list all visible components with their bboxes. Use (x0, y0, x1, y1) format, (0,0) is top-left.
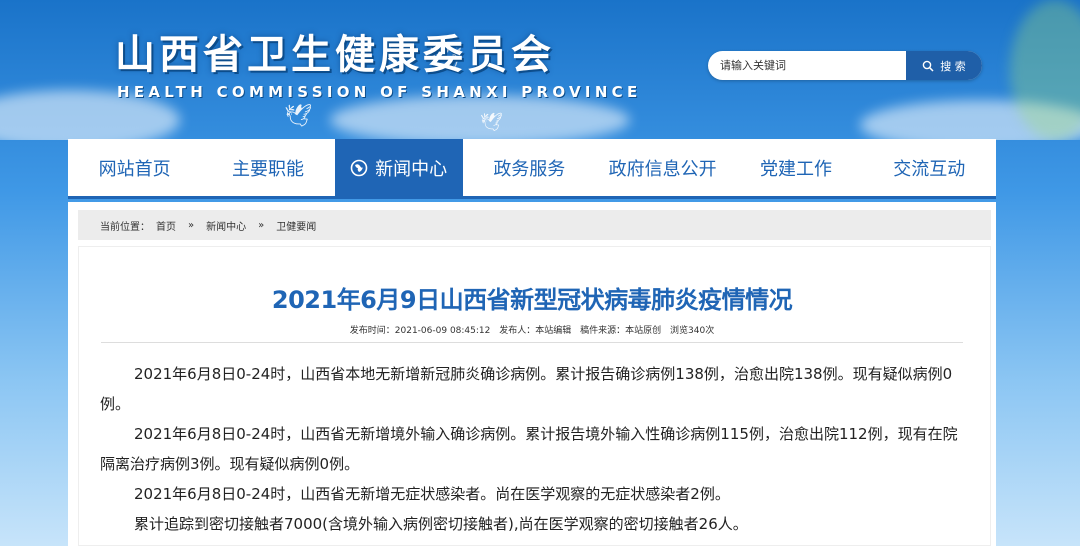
source: 稿件来源：本站原创 (580, 326, 662, 336)
nav-item-label: 政务服务 (493, 158, 566, 180)
nav-item-label: 网站首页 (98, 158, 171, 180)
publish-time: 发布时间：2021-06-09 08:45:12 (349, 326, 491, 336)
search-button[interactable]: 搜 索 (906, 51, 982, 80)
nav-item-interaction[interactable]: 交流互动 (863, 139, 996, 196)
article-title: 2021年6月9日山西省新型冠状病毒肺炎疫情情况 (271, 286, 793, 314)
breadcrumb-prefix: 当前位置： (100, 221, 150, 233)
article-body: 2021年6月8日0-24时，山西省本地无新增新冠肺炎确诊病例。累计报告确诊病例… (100, 359, 970, 539)
nav-item-functions[interactable]: 主要职能 (201, 139, 334, 196)
breadcrumb-separator: » (188, 219, 195, 231)
breadcrumb-link-home[interactable]: 首页 (156, 218, 176, 233)
breadcrumb-link-news-center[interactable]: 新闻中心 (206, 218, 246, 233)
globe-icon (350, 159, 368, 176)
article-paragraph: 累计追踪到密切接触者7000(含境外输入病例密切接触者),尚在医学观察的密切接触… (134, 515, 748, 533)
nav-item-info-disclosure[interactable]: 政府信息公开 (596, 139, 729, 196)
article-paragraph: 2021年6月8日0-24时，山西省无新增境外输入确诊病例。累计报告境外输入性确… (100, 425, 958, 473)
nav-item-news-center[interactable]: 新闻中心 (334, 139, 463, 196)
nav-item-home[interactable]: 网站首页 (68, 139, 201, 196)
article-meta: 发布时间：2021-06-09 08:45:12 发布人：本站编辑 稿件来源：本… (68, 323, 996, 336)
search-icon (922, 60, 934, 72)
search-button-label: 搜 索 (940, 59, 966, 73)
breadcrumb: 当前位置： 首页 » 新闻中心 » 卫健要闻 (78, 210, 991, 240)
article-paragraph: 2021年6月8日0-24时，山西省无新增无症状感染者。尚在医学观察的无症状感染… (134, 485, 730, 503)
nav-item-party-building[interactable]: 党建工作 (729, 139, 862, 196)
divider (101, 342, 963, 343)
site-title: 山西省卫生健康委员会 (115, 31, 555, 78)
search-box: 搜 索 (708, 51, 982, 80)
publisher: 发布人：本站编辑 (499, 326, 572, 336)
breadcrumb-separator: » (258, 219, 265, 231)
nav-item-label: 党建工作 (759, 158, 832, 180)
dove-icon: 🕊 (284, 104, 312, 129)
view-count: 浏览340次 (670, 326, 715, 336)
nav-item-label: 主要职能 (231, 158, 304, 180)
nav-item-government-services[interactable]: 政务服务 (463, 139, 596, 196)
content-panel: 当前位置： 首页 » 新闻中心 » 卫健要闻 2021年6月9日山西省新型冠状病… (68, 202, 996, 546)
nav-item-label: 交流互动 (893, 158, 966, 180)
search-input[interactable] (708, 51, 906, 80)
site-header: 🕊 🕊 🕊 山西省卫生健康委员会 HEALTH COMMISSION OF SH… (0, 0, 1080, 140)
article-paragraph: 2021年6月8日0-24时，山西省本地无新增新冠肺炎确诊病例。累计报告确诊病例… (100, 365, 953, 413)
nav-item-label: 政府信息公开 (608, 158, 717, 180)
dove-icon: 🕊 (480, 112, 503, 133)
nav-item-label: 新闻中心 (375, 158, 448, 180)
main-nav: 网站首页 主要职能 新闻中心 政务服务 政府信息公开 党建工作 交流互动 (68, 139, 996, 199)
breadcrumb-link-health-news[interactable]: 卫健要闻 (276, 218, 316, 233)
site-subtitle: HEALTH COMMISSION OF SHANXI PROVINCE (117, 83, 642, 101)
